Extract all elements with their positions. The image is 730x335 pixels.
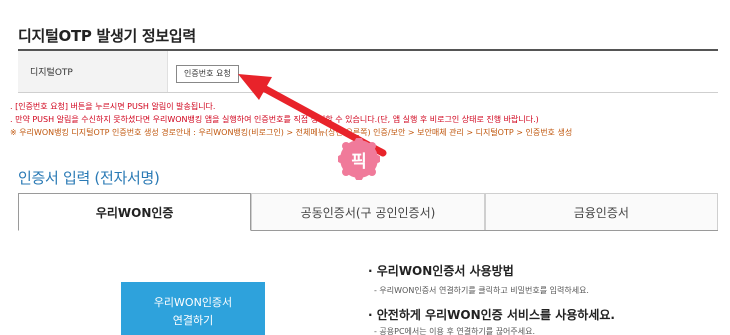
otp-label: 디지털OTP (18, 51, 168, 92)
woori-button-line2: 연결하기 (172, 314, 214, 327)
note-push-failed: . 만약 PUSH 알림을 수신하지 못하셨다면 우리WON뱅킹 앱을 실행하여… (10, 115, 539, 124)
tab-joint-certificate[interactable]: 공동인증서(구 공인인증서) (251, 193, 485, 230)
otp-section-title: 디지털OTP 발생기 정보입력 (18, 27, 196, 45)
request-auth-code-button[interactable]: 인증번호 요청 (176, 65, 239, 83)
tab-financial-certificate[interactable]: 금융인증서 (484, 193, 718, 230)
tab-woori-won[interactable]: 우리WON인증 (18, 193, 252, 231)
woori-button-line1: 우리WON인증서 (153, 296, 233, 309)
howto-desc: - 우리WON인증서 연결하기를 클릭하고 비밀번호를 입력하세요. (374, 286, 589, 295)
cert-tabs: 우리WON인증 공동인증서(구 공인인증서) 금융인증서 (18, 193, 718, 231)
otp-value-cell: 인증번호 요청 (168, 51, 718, 92)
woori-cert-connect-button[interactable]: 우리WON인증서 연결하기 (121, 282, 265, 335)
safe-use-title: · 안전하게 우리WON인증 서비스를 사용하세요. (368, 308, 615, 322)
otp-form-row: 디지털OTP 인증번호 요청 (18, 51, 718, 93)
howto-block: · 우리WON인증서 사용방법 - 우리WON인증서 연결하기를 클릭하고 비밀… (368, 263, 589, 299)
howto-title: · 우리WON인증서 사용방법 (368, 264, 514, 278)
pick-badge-text: 픽 (351, 151, 367, 172)
otp-notes: . [인증번호 요청] 버튼을 누르시면 PUSH 알림이 발송됩니다. . 만… (10, 100, 572, 139)
note-push-sent: . [인증번호 요청] 버튼을 누르시면 PUSH 알림이 발송됩니다. (10, 102, 216, 111)
note-path-guide: ※ 우리WON뱅킹 디지털OTP 인증번호 생성 경로안내 : 우리WON뱅킹(… (10, 128, 573, 137)
cert-section-title: 인증서 입력 (전자서명) (18, 169, 160, 187)
safe-use-desc: - 공용PC에서는 이용 후 연결하기를 끊어주세요. (374, 327, 536, 335)
